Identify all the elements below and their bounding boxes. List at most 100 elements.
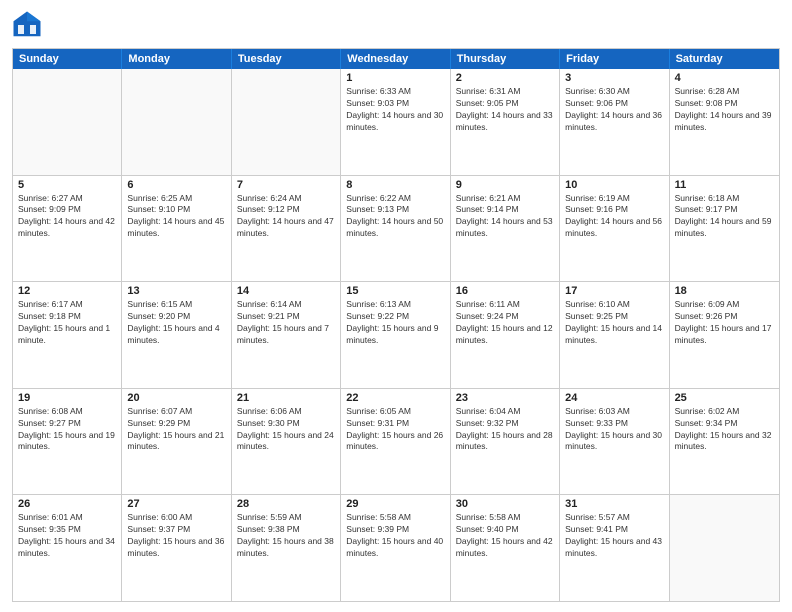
day-number: 1 [346,72,444,84]
day-info: Sunrise: 6:06 AM Sunset: 9:30 PM Dayligh… [237,406,335,454]
day-info: Sunrise: 6:02 AM Sunset: 9:34 PM Dayligh… [675,406,774,454]
day-number: 19 [18,392,116,404]
day-number: 20 [127,392,225,404]
calendar-row-5: 26 Sunrise: 6:01 AM Sunset: 9:35 PM Dayli… [13,495,779,601]
day-info: Sunrise: 6:08 AM Sunset: 9:27 PM Dayligh… [18,406,116,454]
day-info: Sunrise: 6:07 AM Sunset: 9:29 PM Dayligh… [127,406,225,454]
day-cell-30: 30Sunrise: 5:58 AM Sunset: 9:40 PM Dayli… [451,495,560,601]
day-info: Sunrise: 6:09 AM Sunset: 9:26 PM Dayligh… [675,299,774,347]
calendar-row-2: 5 Sunrise: 6:27 AM Sunset: 9:09 PM Daylig… [13,176,779,283]
day-info: Sunrise: 6:03 AM Sunset: 9:33 PM Dayligh… [565,406,663,454]
day-info: Sunrise: 6:21 AM Sunset: 9:14 PM Dayligh… [456,193,554,241]
day-cell-27: 27 Sunrise: 6:00 AM Sunset: 9:37 PM Dayli… [122,495,231,601]
day-number: 24 [565,392,663,404]
day-cell-13: 13 Sunrise: 6:15 AM Sunset: 9:20 PM Dayli… [122,282,231,388]
day-number: 27 [127,498,225,510]
day-cell-4: 4 Sunrise: 6:28 AM Sunset: 9:08 PM Daylig… [670,69,779,175]
day-info: Sunrise: 6:33 AM Sunset: 9:03 PM Dayligh… [346,86,444,134]
day-number: 11 [675,179,774,191]
day-header-wednesday: Wednesday [341,49,450,69]
calendar-row-1: 1 Sunrise: 6:33 AM Sunset: 9:03 PM Daylig… [13,69,779,176]
day-cell-2: 2Sunrise: 6:31 AM Sunset: 9:05 PM Daylig… [451,69,560,175]
day-info: Sunrise: 6:14 AM Sunset: 9:21 PM Dayligh… [237,299,335,347]
logo [12,10,46,40]
day-number: 28 [237,498,335,510]
day-cell-18: 18 Sunrise: 6:09 AM Sunset: 9:26 PM Dayli… [670,282,779,388]
header [12,10,780,40]
day-cell-10: 10 Sunrise: 6:19 AM Sunset: 9:16 PM Dayli… [560,176,669,282]
day-info: Sunrise: 6:25 AM Sunset: 9:10 PM Dayligh… [127,193,225,241]
day-cell-11: 11 Sunrise: 6:18 AM Sunset: 9:17 PM Dayli… [670,176,779,282]
day-info: Sunrise: 6:22 AM Sunset: 9:13 PM Dayligh… [346,193,444,241]
day-number: 9 [456,179,554,191]
day-number: 8 [346,179,444,191]
day-header-saturday: Saturday [670,49,779,69]
day-number: 26 [18,498,116,510]
day-cell-6: 6 Sunrise: 6:25 AM Sunset: 9:10 PM Daylig… [122,176,231,282]
day-number: 2 [456,72,554,84]
day-number: 31 [565,498,663,510]
day-number: 30 [456,498,554,510]
day-number: 15 [346,285,444,297]
page: SundayMondayTuesdayWednesdayThursdayFrid… [0,0,792,612]
day-cell-29: 29 Sunrise: 5:58 AM Sunset: 9:39 PM Dayli… [341,495,450,601]
day-cell-12: 12 Sunrise: 6:17 AM Sunset: 9:18 PM Dayli… [13,282,122,388]
day-info: Sunrise: 6:27 AM Sunset: 9:09 PM Dayligh… [18,193,116,241]
day-cell-20: 20 Sunrise: 6:07 AM Sunset: 9:29 PM Dayli… [122,389,231,495]
day-info: Sunrise: 5:59 AM Sunset: 9:38 PM Dayligh… [237,512,335,560]
day-number: 23 [456,392,554,404]
day-cell-24: 24 Sunrise: 6:03 AM Sunset: 9:33 PM Dayli… [560,389,669,495]
day-cell-26: 26 Sunrise: 6:01 AM Sunset: 9:35 PM Dayli… [13,495,122,601]
day-header-tuesday: Tuesday [232,49,341,69]
calendar-body: 1 Sunrise: 6:33 AM Sunset: 9:03 PM Daylig… [13,69,779,601]
day-number: 13 [127,285,225,297]
day-header-monday: Monday [122,49,231,69]
day-number: 29 [346,498,444,510]
day-info: Sunrise: 6:19 AM Sunset: 9:16 PM Dayligh… [565,193,663,241]
day-number: 17 [565,285,663,297]
day-cell-14: 14 Sunrise: 6:14 AM Sunset: 9:21 PM Dayli… [232,282,341,388]
day-cell-17: 17Sunrise: 6:10 AM Sunset: 9:25 PM Dayli… [560,282,669,388]
day-info: Sunrise: 6:30 AM Sunset: 9:06 PM Dayligh… [565,86,663,134]
day-info: Sunrise: 6:15 AM Sunset: 9:20 PM Dayligh… [127,299,225,347]
day-cell-22: 22Sunrise: 6:05 AM Sunset: 9:31 PM Dayli… [341,389,450,495]
day-number: 5 [18,179,116,191]
empty-cell [670,495,779,601]
day-cell-8: 8 Sunrise: 6:22 AM Sunset: 9:13 PM Daylig… [341,176,450,282]
day-cell-31: 31 Sunrise: 5:57 AM Sunset: 9:41 PM Dayli… [560,495,669,601]
day-cell-23: 23 Sunrise: 6:04 AM Sunset: 9:32 PM Dayli… [451,389,560,495]
day-number: 7 [237,179,335,191]
day-number: 6 [127,179,225,191]
day-info: Sunrise: 6:04 AM Sunset: 9:32 PM Dayligh… [456,406,554,454]
day-number: 18 [675,285,774,297]
day-info: Sunrise: 6:28 AM Sunset: 9:08 PM Dayligh… [675,86,774,134]
day-info: Sunrise: 5:58 AM Sunset: 9:39 PM Dayligh… [346,512,444,560]
day-number: 4 [675,72,774,84]
day-info: Sunrise: 6:01 AM Sunset: 9:35 PM Dayligh… [18,512,116,560]
day-number: 25 [675,392,774,404]
day-cell-5: 5 Sunrise: 6:27 AM Sunset: 9:09 PM Daylig… [13,176,122,282]
day-cell-1: 1 Sunrise: 6:33 AM Sunset: 9:03 PM Daylig… [341,69,450,175]
day-cell-3: 3 Sunrise: 6:30 AM Sunset: 9:06 PM Daylig… [560,69,669,175]
day-number: 3 [565,72,663,84]
day-number: 12 [18,285,116,297]
day-info: Sunrise: 6:18 AM Sunset: 9:17 PM Dayligh… [675,193,774,241]
day-info: Sunrise: 5:57 AM Sunset: 9:41 PM Dayligh… [565,512,663,560]
day-cell-21: 21Sunrise: 6:06 AM Sunset: 9:30 PM Dayli… [232,389,341,495]
day-cell-9: 9 Sunrise: 6:21 AM Sunset: 9:14 PM Daylig… [451,176,560,282]
day-cell-25: 25 Sunrise: 6:02 AM Sunset: 9:34 PM Dayli… [670,389,779,495]
day-header-friday: Friday [560,49,669,69]
empty-cell [13,69,122,175]
calendar-header: SundayMondayTuesdayWednesdayThursdayFrid… [13,49,779,69]
day-cell-28: 28 Sunrise: 5:59 AM Sunset: 9:38 PM Dayli… [232,495,341,601]
day-cell-7: 7Sunrise: 6:24 AM Sunset: 9:12 PM Daylig… [232,176,341,282]
day-info: Sunrise: 6:13 AM Sunset: 9:22 PM Dayligh… [346,299,444,347]
calendar-row-3: 12 Sunrise: 6:17 AM Sunset: 9:18 PM Dayli… [13,282,779,389]
day-info: Sunrise: 6:17 AM Sunset: 9:18 PM Dayligh… [18,299,116,347]
day-number: 10 [565,179,663,191]
empty-cell [232,69,341,175]
day-header-thursday: Thursday [451,49,560,69]
day-info: Sunrise: 6:00 AM Sunset: 9:37 PM Dayligh… [127,512,225,560]
day-number: 14 [237,285,335,297]
empty-cell [122,69,231,175]
